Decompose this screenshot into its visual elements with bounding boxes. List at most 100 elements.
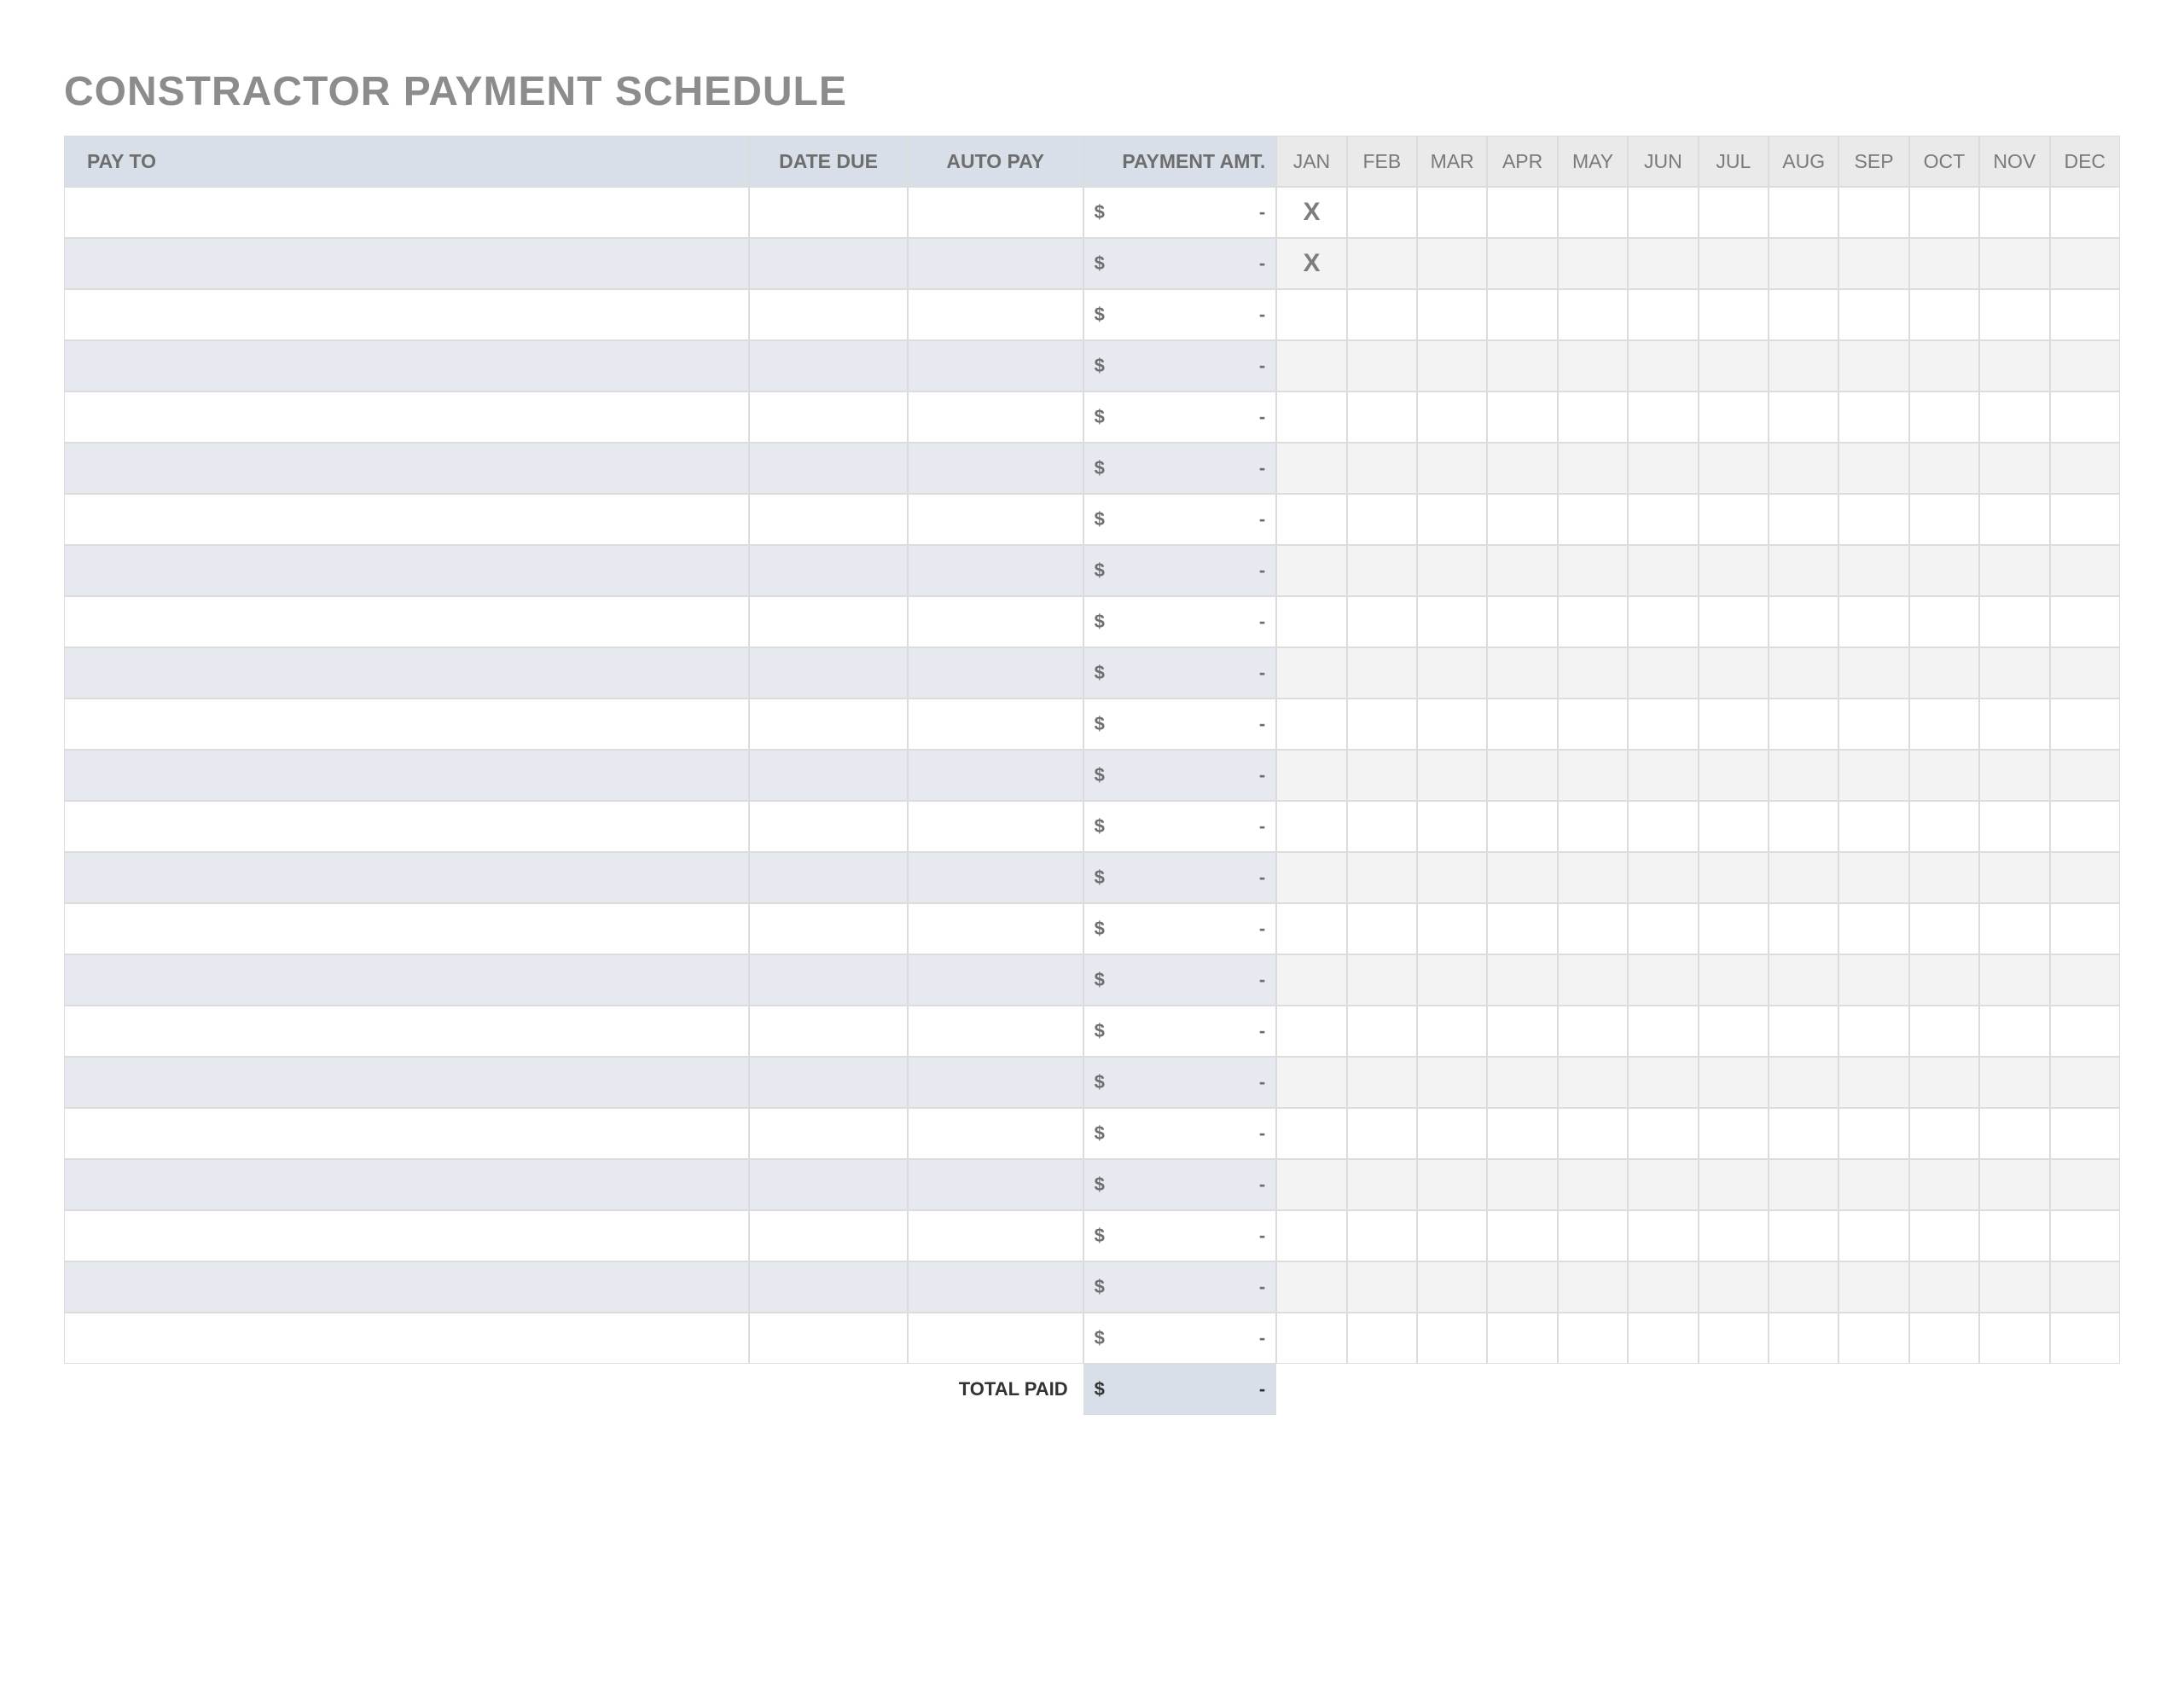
month-cell[interactable]: [1979, 1159, 2049, 1210]
date-due-cell[interactable]: [749, 391, 907, 443]
month-cell[interactable]: [1769, 545, 1838, 596]
pay-to-cell[interactable]: [64, 647, 749, 699]
month-cell[interactable]: [1769, 1159, 1838, 1210]
month-cell[interactable]: [1909, 596, 1979, 647]
month-cell[interactable]: [1417, 1108, 1487, 1159]
pay-to-cell[interactable]: [64, 1108, 749, 1159]
month-cell[interactable]: [1628, 1210, 1698, 1261]
auto-pay-cell[interactable]: [908, 238, 1083, 289]
month-cell[interactable]: [1769, 340, 1838, 391]
month-cell[interactable]: [2050, 494, 2120, 545]
month-cell[interactable]: [1276, 699, 1346, 750]
month-cell[interactable]: [1838, 801, 1908, 852]
date-due-cell[interactable]: [749, 340, 907, 391]
pay-to-cell[interactable]: [64, 289, 749, 340]
date-due-cell[interactable]: [749, 647, 907, 699]
month-cell[interactable]: [1628, 545, 1698, 596]
month-cell[interactable]: [1487, 238, 1557, 289]
month-cell[interactable]: [1347, 699, 1417, 750]
month-cell[interactable]: [2050, 187, 2120, 238]
pay-to-cell[interactable]: [64, 1006, 749, 1057]
month-cell[interactable]: [2050, 1006, 2120, 1057]
month-cell[interactable]: [1979, 1057, 2049, 1108]
month-cell[interactable]: [1628, 1006, 1698, 1057]
month-cell[interactable]: X: [1276, 238, 1346, 289]
month-cell[interactable]: [1909, 340, 1979, 391]
auto-pay-cell[interactable]: [908, 340, 1083, 391]
month-cell[interactable]: [1979, 852, 2049, 903]
month-cell[interactable]: [1276, 852, 1346, 903]
month-cell[interactable]: [1417, 187, 1487, 238]
auto-pay-cell[interactable]: [908, 903, 1083, 954]
month-cell[interactable]: [1838, 596, 1908, 647]
month-cell[interactable]: [1558, 289, 1628, 340]
payment-amount-cell[interactable]: $-: [1083, 1210, 1277, 1261]
payment-amount-cell[interactable]: $-: [1083, 545, 1277, 596]
month-cell[interactable]: [1838, 238, 1908, 289]
auto-pay-cell[interactable]: [908, 1108, 1083, 1159]
month-cell[interactable]: [1347, 801, 1417, 852]
date-due-cell[interactable]: [749, 699, 907, 750]
month-cell[interactable]: [1838, 545, 1908, 596]
payment-amount-cell[interactable]: $-: [1083, 187, 1277, 238]
month-cell[interactable]: [1417, 954, 1487, 1006]
auto-pay-cell[interactable]: [908, 699, 1083, 750]
auto-pay-cell[interactable]: [908, 391, 1083, 443]
month-cell[interactable]: [1909, 289, 1979, 340]
month-cell[interactable]: [1347, 494, 1417, 545]
month-cell[interactable]: [1276, 289, 1346, 340]
month-cell[interactable]: [1838, 187, 1908, 238]
month-cell[interactable]: [1276, 954, 1346, 1006]
month-cell[interactable]: [1979, 750, 2049, 801]
payment-amount-cell[interactable]: $-: [1083, 596, 1277, 647]
month-cell[interactable]: [1979, 699, 2049, 750]
month-cell[interactable]: [1838, 647, 1908, 699]
month-cell[interactable]: [1417, 238, 1487, 289]
month-cell[interactable]: [1276, 750, 1346, 801]
month-cell[interactable]: [1347, 1313, 1417, 1364]
month-cell[interactable]: [1487, 1261, 1557, 1313]
month-cell[interactable]: [1979, 1313, 2049, 1364]
month-cell[interactable]: [1347, 954, 1417, 1006]
month-cell[interactable]: [1558, 750, 1628, 801]
month-cell[interactable]: [1628, 187, 1698, 238]
month-cell[interactable]: [1487, 699, 1557, 750]
month-cell[interactable]: [1628, 340, 1698, 391]
month-cell[interactable]: [2050, 1313, 2120, 1364]
month-cell[interactable]: [1769, 903, 1838, 954]
month-cell[interactable]: [1699, 1261, 1769, 1313]
month-cell[interactable]: [1558, 1006, 1628, 1057]
payment-amount-cell[interactable]: $-: [1083, 443, 1277, 494]
month-cell[interactable]: [1276, 596, 1346, 647]
month-cell[interactable]: [2050, 443, 2120, 494]
month-cell[interactable]: [1558, 954, 1628, 1006]
pay-to-cell[interactable]: [64, 699, 749, 750]
month-cell[interactable]: [1699, 187, 1769, 238]
month-cell[interactable]: [1628, 238, 1698, 289]
month-cell[interactable]: [1979, 187, 2049, 238]
month-cell[interactable]: [1909, 954, 1979, 1006]
month-cell[interactable]: [1487, 596, 1557, 647]
month-cell[interactable]: [1909, 1159, 1979, 1210]
payment-amount-cell[interactable]: $-: [1083, 1108, 1277, 1159]
date-due-cell[interactable]: [749, 1108, 907, 1159]
month-cell[interactable]: [1769, 1261, 1838, 1313]
month-cell[interactable]: [1276, 340, 1346, 391]
month-cell[interactable]: [1769, 647, 1838, 699]
month-cell[interactable]: [1699, 443, 1769, 494]
auto-pay-cell[interactable]: [908, 289, 1083, 340]
month-cell[interactable]: [1276, 1261, 1346, 1313]
month-cell[interactable]: [1487, 1057, 1557, 1108]
payment-amount-cell[interactable]: $-: [1083, 1159, 1277, 1210]
month-cell[interactable]: [1979, 289, 2049, 340]
date-due-cell[interactable]: [749, 1159, 907, 1210]
payment-amount-cell[interactable]: $-: [1083, 647, 1277, 699]
month-cell[interactable]: [1276, 443, 1346, 494]
month-cell[interactable]: [1769, 852, 1838, 903]
month-cell[interactable]: [2050, 1159, 2120, 1210]
month-cell[interactable]: [1558, 903, 1628, 954]
month-cell[interactable]: [1769, 750, 1838, 801]
month-cell[interactable]: [1699, 238, 1769, 289]
month-cell[interactable]: [1628, 647, 1698, 699]
month-cell[interactable]: [1699, 391, 1769, 443]
